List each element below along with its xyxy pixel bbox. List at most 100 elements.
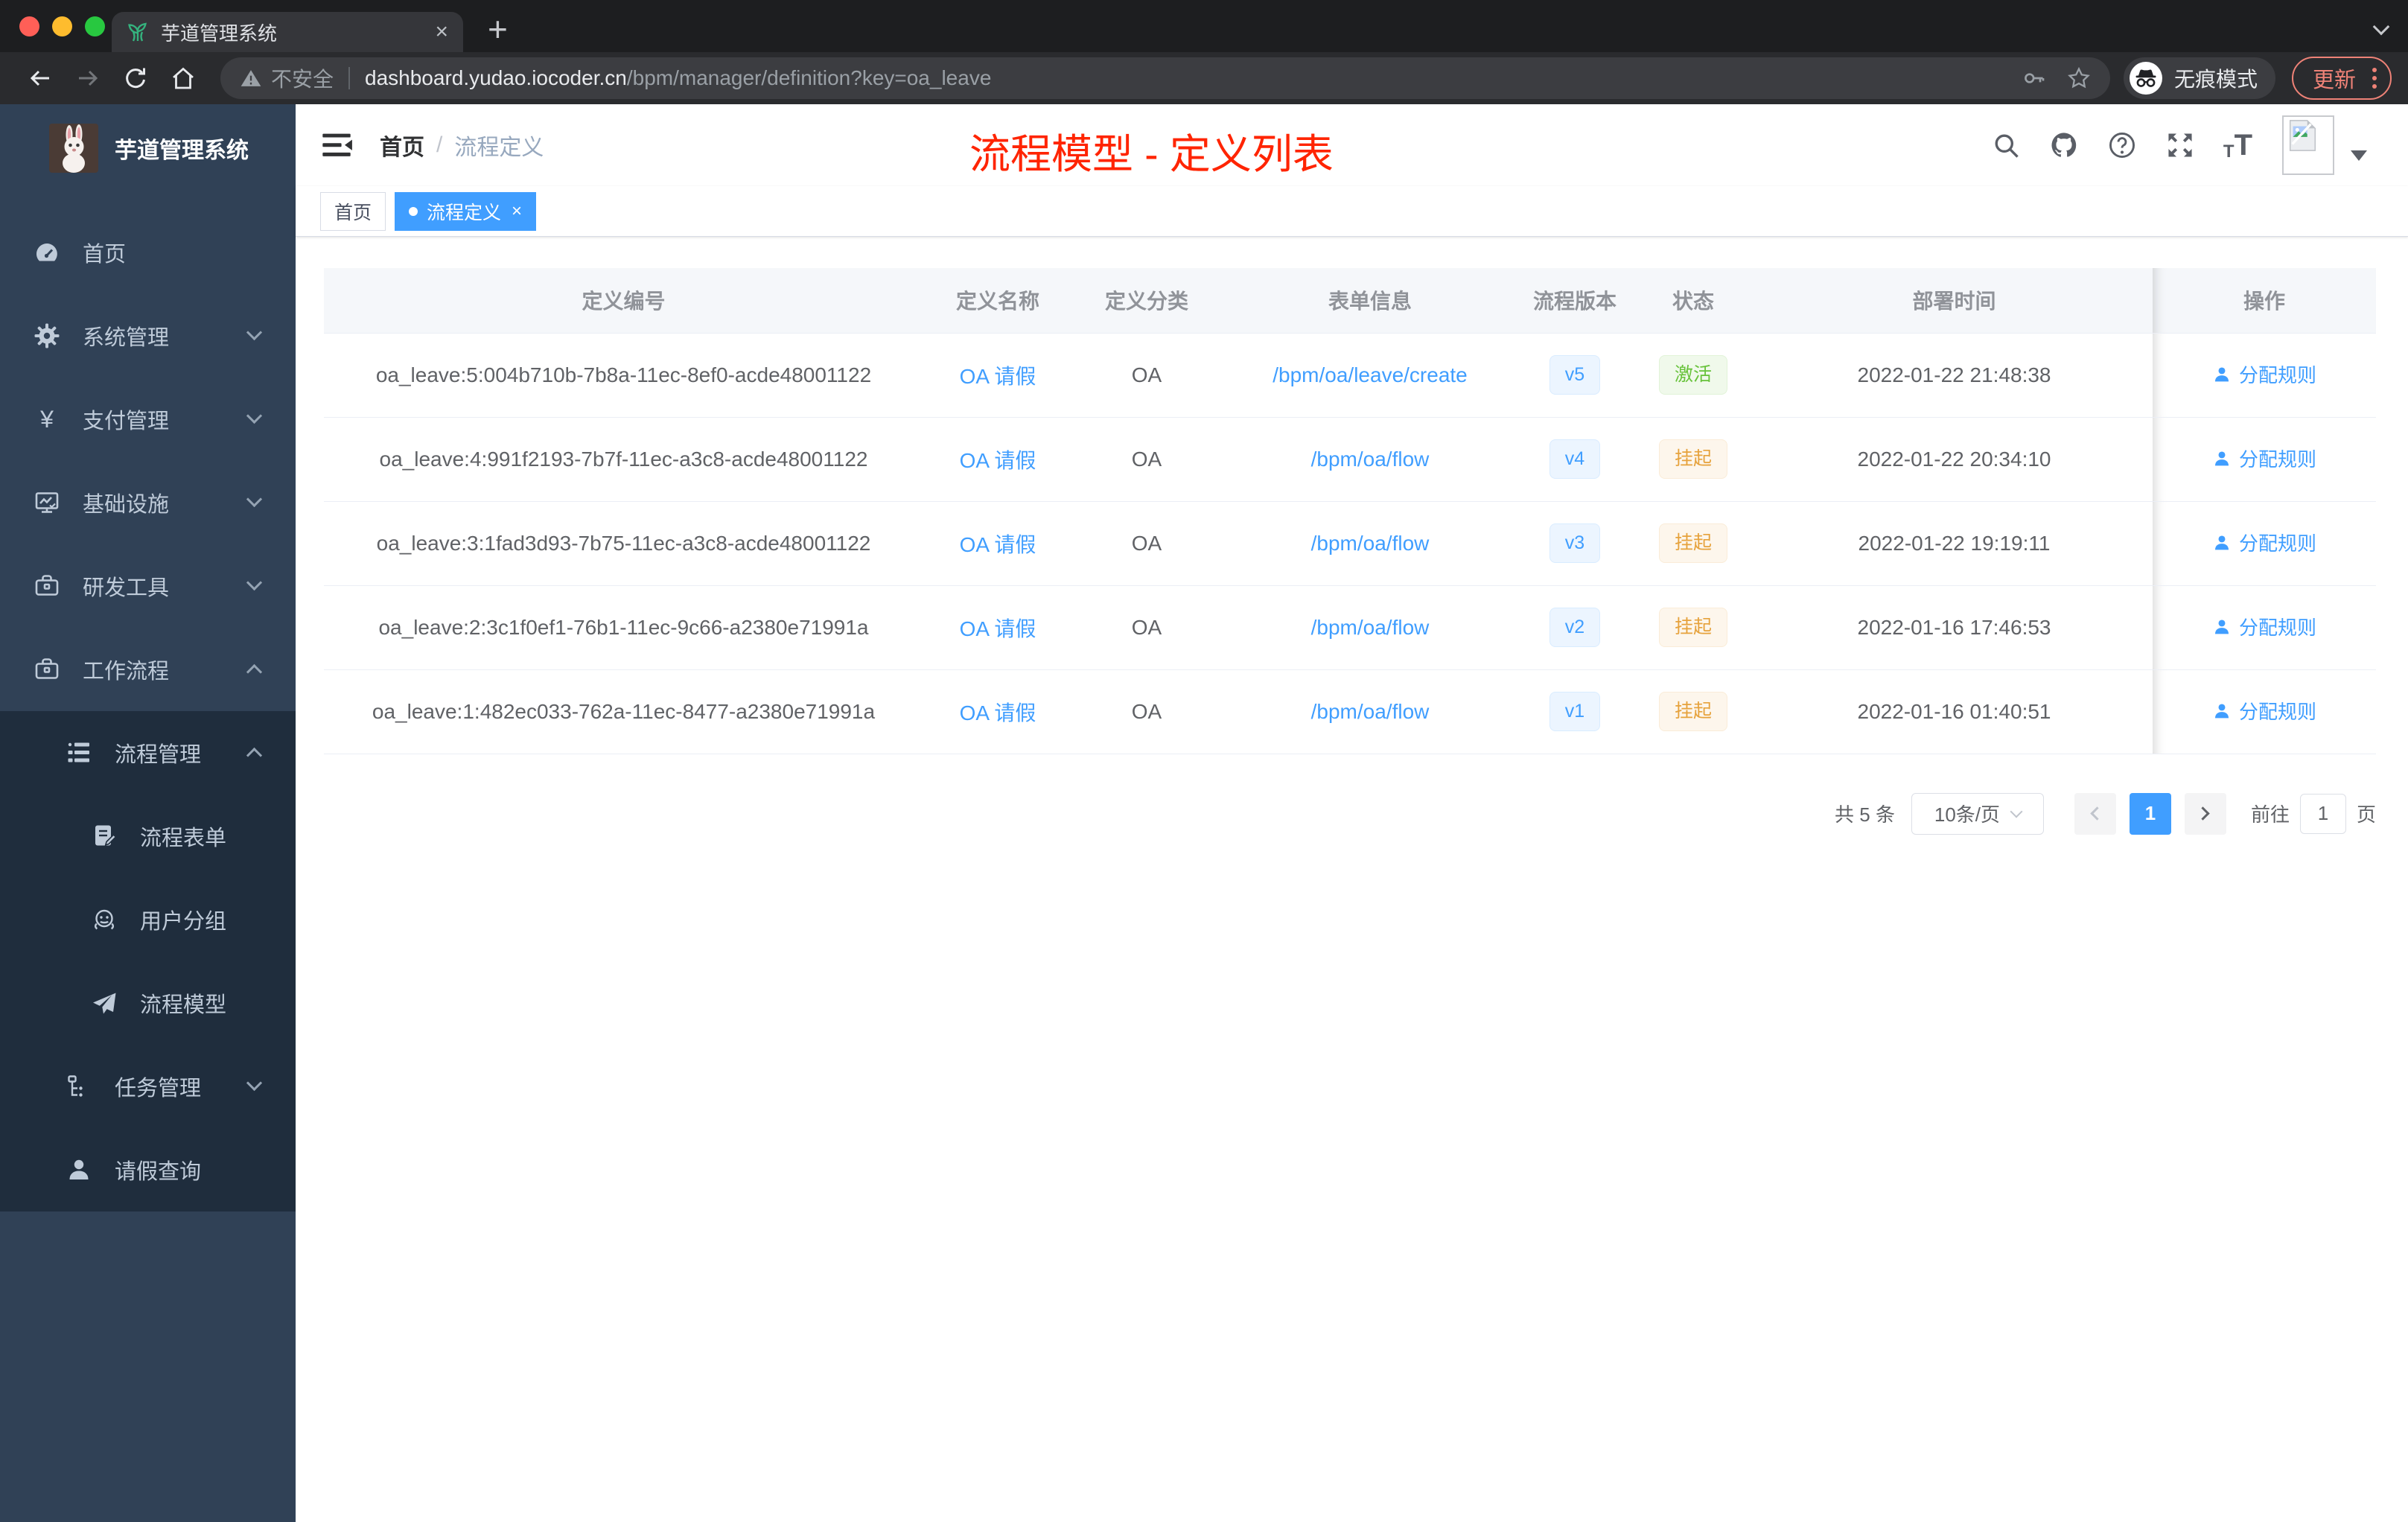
help-question-icon[interactable]	[2107, 130, 2137, 160]
new-tab-button[interactable]: +	[488, 9, 508, 49]
omnibox-divider	[348, 67, 351, 89]
sidebar-item-task-mgmt[interactable]: 任务管理	[0, 1045, 296, 1128]
pagination-total: 共 5 条	[1835, 803, 1895, 826]
next-page-button[interactable]	[2184, 792, 2226, 835]
definition-name-link[interactable]: OA 请假	[960, 701, 1036, 725]
sidebar-item-payment[interactable]: ¥ 支付管理	[0, 378, 296, 461]
search-icon[interactable]	[1991, 130, 2021, 160]
column-header-1: 定义名称	[923, 268, 1072, 334]
sidebar-item-leave-query[interactable]: 请假查询	[0, 1128, 296, 1211]
operation-cell: 分配规则	[2153, 501, 2376, 586]
tab-search-chevron-icon[interactable]	[2372, 18, 2390, 36]
sidebar-collapse-icon[interactable]	[320, 129, 353, 162]
sidebar-item-label: 流程管理	[115, 743, 202, 767]
form-info-link[interactable]: /bpm/oa/flow	[1311, 532, 1430, 555]
user-avatar-broken-image-icon[interactable]	[2282, 115, 2334, 175]
back-icon[interactable]	[27, 65, 54, 92]
font-size-icon[interactable]: TT	[2223, 129, 2252, 162]
sidebar-item-process-form[interactable]: 流程表单	[0, 795, 296, 878]
browser-tab[interactable]: 芋道管理系统 ×	[112, 12, 463, 52]
form-info-link[interactable]: /bpm/oa/leave/create	[1273, 363, 1468, 386]
browser-toolbar: 不安全 dashboard.yudao.iocoder.cn/bpm/manag…	[0, 52, 2408, 104]
not-secure-warning-icon[interactable]	[240, 67, 262, 89]
tag-item[interactable]: 首页	[320, 191, 386, 231]
sidebar-item-label: 流程模型	[140, 993, 227, 1017]
definition-name-link[interactable]: OA 请假	[960, 533, 1036, 556]
home-icon[interactable]	[170, 65, 197, 92]
sidebar-item-label: 研发工具	[83, 576, 170, 600]
version-badge: v4	[1549, 439, 1601, 479]
deploy-time-cell: 2022-01-22 20:34:10	[1756, 417, 2153, 502]
forward-icon[interactable]	[74, 65, 101, 92]
chevron-up-icon	[246, 663, 263, 681]
assign-rule-link[interactable]: 分配规则	[2212, 360, 2316, 388]
version-cell: v2	[1519, 585, 1631, 670]
sidebar-item-infra[interactable]: 基础设施	[0, 461, 296, 544]
security-label[interactable]: 不安全	[271, 63, 334, 93]
sidebar-item-process-model[interactable]: 流程模型	[0, 961, 296, 1045]
browser-tabstrip: 芋道管理系统 × +	[0, 0, 2408, 52]
form-info-link[interactable]: /bpm/oa/flow	[1311, 616, 1430, 639]
sidebar-item-label: 支付管理	[83, 410, 170, 433]
definition-name-link[interactable]: OA 请假	[960, 449, 1036, 472]
sidebar-item-system[interactable]: 系统管理	[0, 294, 296, 378]
avatar-caret-down-icon[interactable]	[2351, 150, 2367, 161]
sprout-favicon-icon	[127, 21, 149, 43]
goto-page-input[interactable]	[2299, 793, 2346, 834]
chevron-up-icon	[246, 747, 263, 764]
sidebar-item-label: 用户分组	[140, 910, 227, 934]
address-bar[interactable]: 不安全 dashboard.yudao.iocoder.cn/bpm/manag…	[220, 57, 2110, 99]
minimize-window-button[interactable]	[52, 16, 72, 36]
definition-name-link[interactable]: OA 请假	[960, 617, 1036, 640]
bookmark-star-icon[interactable]	[2067, 66, 2091, 90]
tab-close-icon[interactable]: ×	[435, 21, 448, 43]
page-1-button[interactable]: 1	[2129, 792, 2171, 835]
incognito-label: 无痕模式	[2173, 68, 2258, 91]
sidebar-logo[interactable]: 芋道管理系统	[0, 104, 296, 192]
app-title: 芋道管理系统	[115, 138, 249, 163]
form-info-link[interactable]: /bpm/oa/flow	[1311, 700, 1430, 723]
sidebar-item-home[interactable]: 首页	[0, 211, 296, 294]
prev-page-button[interactable]	[2074, 792, 2116, 835]
breadcrumb-home[interactable]: 首页	[380, 129, 424, 162]
version-cell: v3	[1519, 501, 1631, 586]
incognito-badge: 无痕模式	[2123, 57, 2275, 99]
pagination-goto: 前往 页	[2251, 793, 2376, 834]
sidebar-item-label: 任务管理	[115, 1077, 202, 1101]
tag-active[interactable]: 流程定义 ×	[395, 191, 537, 231]
category-cell: OA	[1072, 333, 1221, 418]
browser-update-button[interactable]: 更新	[2291, 57, 2392, 100]
close-window-button[interactable]	[19, 16, 39, 36]
reload-icon[interactable]	[122, 65, 149, 92]
assign-rule-link[interactable]: 分配规则	[2212, 529, 2316, 556]
table-row: oa_leave:1:482ec033-762a-11ec-8477-a2380…	[324, 669, 2376, 754]
sidebar-item-user-group[interactable]: 用户分组	[0, 878, 296, 961]
form-info-link[interactable]: /bpm/oa/flow	[1311, 448, 1430, 471]
page-unit-label: 页	[2356, 803, 2376, 826]
page-content: 定义编号 定义名称 定义分类 表单信息 流程版本 状态 部署时间 操作 oa_leave:5:…	[296, 237, 2408, 835]
assign-rule-link[interactable]: 分配规则	[2212, 697, 2316, 725]
sidebar-item-process-mgmt[interactable]: 流程管理	[0, 711, 296, 795]
page-size-select[interactable]: 10条/页	[1911, 792, 2044, 835]
zoom-window-button[interactable]	[85, 16, 105, 36]
sidebar-item-workflow[interactable]: 工作流程	[0, 628, 296, 711]
definition-name-cell: OA 请假	[923, 669, 1072, 754]
tag-close-icon[interactable]: ×	[512, 201, 522, 222]
tree-table-icon	[66, 739, 92, 766]
fullscreen-icon[interactable]	[2165, 130, 2195, 160]
github-icon[interactable]	[2049, 130, 2079, 160]
assign-rule-link[interactable]: 分配规则	[2212, 445, 2316, 472]
rabbit-avatar	[49, 124, 98, 173]
sidebar-item-devtools[interactable]: 研发工具	[0, 544, 296, 628]
browser-menu-dots-icon[interactable]	[2372, 68, 2377, 89]
status-cell: 挂起	[1631, 501, 1756, 586]
assign-rule-link[interactable]: 分配规则	[2212, 613, 2316, 640]
password-key-icon[interactable]	[2022, 66, 2046, 90]
status-cell: 挂起	[1631, 585, 1756, 670]
form-info-cell: /bpm/oa/flow	[1221, 417, 1519, 502]
definition-name-link[interactable]: OA 请假	[960, 365, 1036, 388]
column-header-4: 流程版本	[1519, 268, 1631, 334]
user-icon	[2214, 367, 2229, 382]
gear-icon	[34, 322, 60, 349]
tag-label: 流程定义	[427, 202, 502, 223]
